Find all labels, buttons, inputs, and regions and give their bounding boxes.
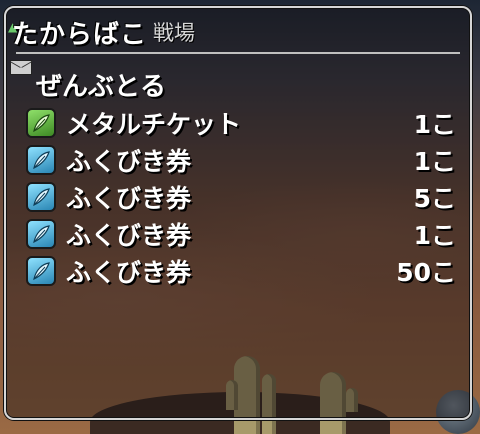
list-item[interactable]: ふくびき券 1こ [6,215,470,252]
treasure-box-window: ▲ たからばこ 戦場 ぜんぶとる メタルチケット 1こ ふくびき券 1こ ふくび… [4,6,472,420]
item-name: ふくびき券 [66,257,192,287]
item-name: ふくびき券 [66,183,192,213]
mail-icon [10,60,32,75]
item-name: メタルチケット [66,109,242,139]
location-label: 戦場 [153,21,196,45]
list-item[interactable]: メタルチケット 1こ [6,104,470,141]
item-count: 50こ [396,257,456,287]
item-count: 1こ [413,109,456,139]
blue-feather-ticket-icon [26,181,56,212]
list-item[interactable]: ふくびき券 50こ [6,252,470,289]
item-count: 5こ [413,183,456,213]
item-name: ふくびき券 [66,220,192,250]
item-name: ふくびき券 [66,146,192,176]
take-all-button[interactable]: ぜんぶとる [36,66,166,103]
window-title: たからばこ [12,19,148,50]
title-divider [16,52,460,54]
item-count: 1こ [413,220,456,250]
blue-feather-ticket-icon [26,144,56,175]
window-title-bar: たからばこ 戦場 [12,12,195,52]
item-count: 1こ [413,146,456,176]
green-feather-ticket-icon [26,107,56,138]
blue-feather-ticket-icon [26,255,56,286]
list-item[interactable]: ふくびき券 5こ [6,178,470,215]
blue-feather-ticket-icon [26,218,56,249]
list-item[interactable]: ふくびき券 1こ [6,141,470,178]
item-list: メタルチケット 1こ ふくびき券 1こ ふくびき券 5こ ふくびき券 1こ ふく… [6,104,470,289]
